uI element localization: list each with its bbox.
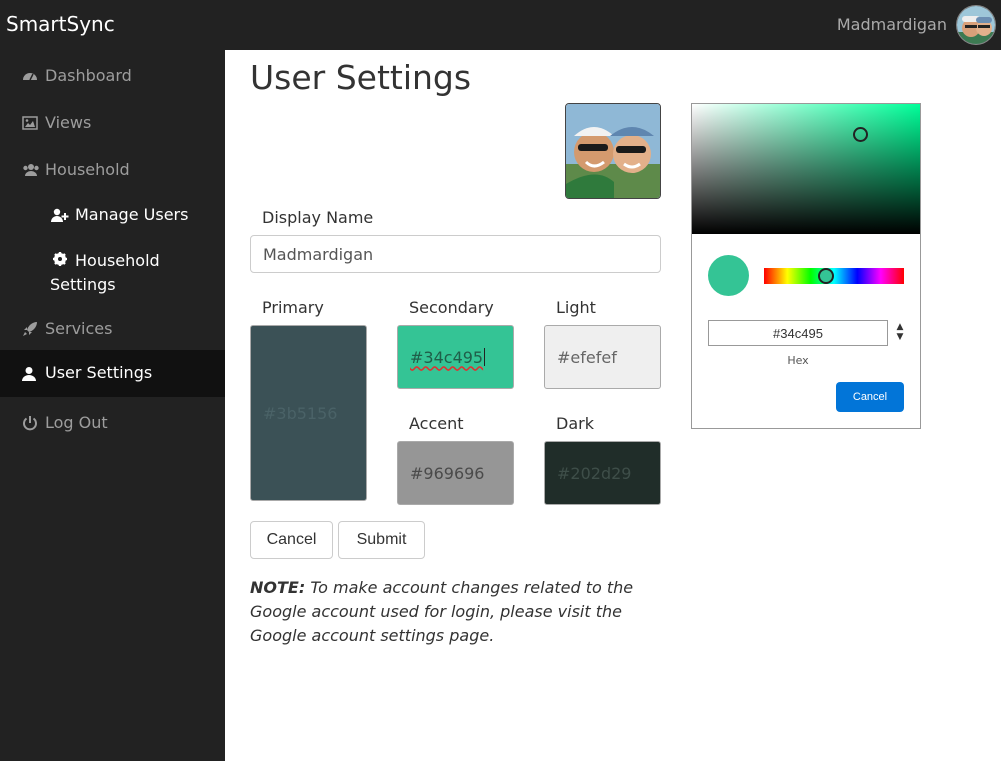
user-icon <box>22 366 38 382</box>
secondary-color-label: Secondary <box>409 298 494 317</box>
primary-color-label: Primary <box>262 298 324 317</box>
sidebar-item-label: Log Out <box>45 413 108 432</box>
rocket-icon <box>22 321 38 337</box>
saturation-area[interactable] <box>692 104 920 234</box>
picker-cancel-button[interactable]: Cancel <box>836 382 904 412</box>
sidebar-item-label: Manage Users <box>75 205 189 224</box>
hue-slider-handle[interactable] <box>818 268 834 284</box>
sidebar-item-label: Services <box>45 319 113 338</box>
account-note: NOTE: To make account changes related to… <box>250 576 650 648</box>
current-user-name[interactable]: Madmardigan <box>837 15 947 34</box>
user-plus-icon <box>51 207 69 223</box>
note-prefix: NOTE: <box>250 578 306 597</box>
avatar[interactable] <box>956 5 996 45</box>
sidebar-item-label: Views <box>45 113 92 132</box>
mode-toggle-icon[interactable]: ▲ ▼ <box>894 322 906 342</box>
light-color-label: Light <box>556 298 596 317</box>
primary-color-swatch[interactable]: #3b5156 <box>250 325 367 501</box>
primary-color-value: #3b5156 <box>263 403 338 423</box>
sidebar-item-dashboard[interactable]: Dashboard <box>0 66 225 90</box>
dark-color-label: Dark <box>556 414 594 433</box>
secondary-color-swatch[interactable]: #34c495 <box>397 325 514 389</box>
sidebar-item-household[interactable]: Household <box>0 160 225 184</box>
sidebar-item-user-settings[interactable]: User Settings <box>0 350 225 397</box>
submit-button[interactable]: Submit <box>338 521 425 559</box>
sidebar-item-label: Household <box>45 160 130 179</box>
display-name-input[interactable] <box>250 235 661 273</box>
dark-color-swatch[interactable]: #202d29 <box>544 441 661 505</box>
accent-color-label: Accent <box>409 414 464 433</box>
power-icon <box>22 415 38 431</box>
sidebar-item-label: Dashboard <box>45 66 132 85</box>
sidebar-item-services[interactable]: Services <box>0 319 225 343</box>
color-picker: ▲▼ Hex Cancel <box>691 103 921 429</box>
light-color-swatch[interactable]: #efefef <box>544 325 661 389</box>
sidebar-item-log-out[interactable]: Log Out <box>0 413 225 437</box>
cancel-button[interactable]: Cancel <box>250 521 333 559</box>
light-color-value: #efefef <box>557 347 617 367</box>
dashboard-icon <box>22 68 38 84</box>
display-name-label: Display Name <box>262 208 374 227</box>
profile-photo[interactable] <box>565 103 661 199</box>
sidebar-item-household-settings[interactable]: Household Settings <box>0 249 225 297</box>
text-cursor <box>484 348 486 366</box>
hex-input[interactable] <box>708 320 888 346</box>
secondary-color-value: #34c495 <box>410 347 484 367</box>
saturation-cursor[interactable] <box>853 127 868 142</box>
image-icon <box>22 115 38 131</box>
sidebar-item-label: Household Settings <box>50 251 160 294</box>
users-icon <box>22 162 39 178</box>
sidebar-item-label: User Settings <box>45 363 153 382</box>
hex-label: Hex <box>787 354 809 367</box>
app-brand[interactable]: SmartSync <box>6 12 115 36</box>
accent-color-swatch[interactable]: #969696 <box>397 441 514 505</box>
top-navbar: SmartSync Madmardigan <box>0 0 1001 50</box>
dark-color-value: #202d29 <box>557 463 632 483</box>
page-title: User Settings <box>250 58 472 97</box>
sidebar-item-manage-users[interactable]: Manage Users <box>0 205 225 229</box>
color-preview <box>708 255 749 296</box>
sidebar-item-views[interactable]: Views <box>0 113 225 137</box>
hue-slider[interactable] <box>764 268 904 284</box>
accent-color-value: #969696 <box>410 463 485 483</box>
sidebar: Dashboard Views Household Manage Users H… <box>0 50 225 761</box>
note-text: To make account changes related to the G… <box>250 578 634 645</box>
